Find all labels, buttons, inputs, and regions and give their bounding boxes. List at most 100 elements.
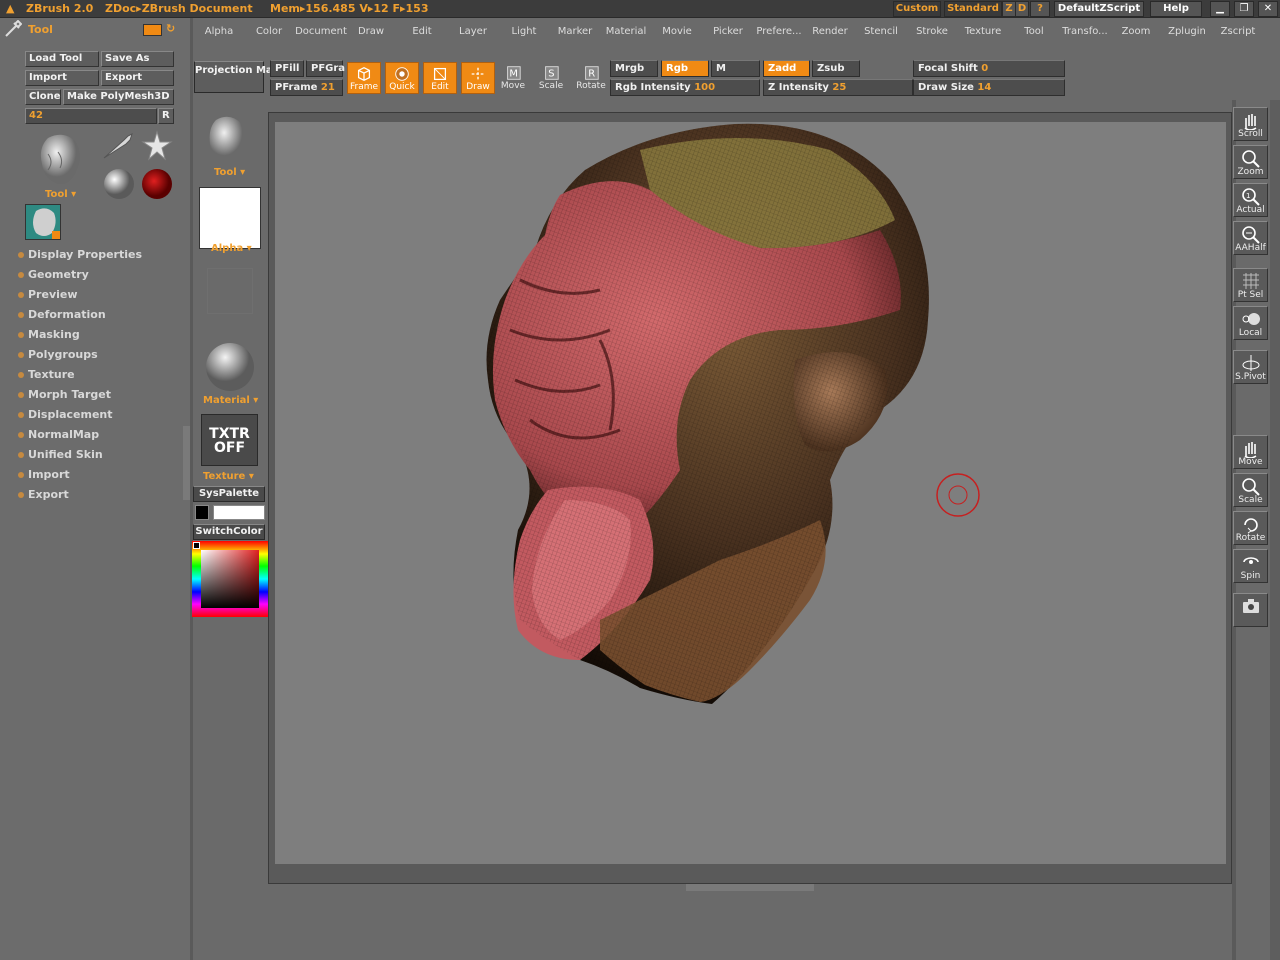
rgb-intensity-slider[interactable]: Rgb Intensity 100 <box>610 79 760 96</box>
mrgb-button[interactable]: Mrgb <box>610 60 658 77</box>
subpalette-polygroups[interactable]: Polygroups <box>18 348 98 361</box>
current-tool-head-icon[interactable] <box>34 132 86 190</box>
menu-picker[interactable]: Picker <box>713 26 743 37</box>
alpha-swatch[interactable] <box>199 187 261 249</box>
z-intensity-slider[interactable]: Z Intensity 25 <box>763 79 913 96</box>
menu-document[interactable]: Document <box>295 26 347 37</box>
draw-size-slider[interactable]: Draw Size 14 <box>913 79 1065 96</box>
custom-interface-button[interactable]: Custom <box>893 1 941 17</box>
minimize-icon[interactable]: ▁ <box>1210 1 1230 17</box>
m-button[interactable]: M <box>711 60 760 77</box>
load-tool-button[interactable]: Load Tool <box>25 51 99 67</box>
menu-light[interactable]: Light <box>512 26 537 37</box>
subpalette-texture[interactable]: Texture <box>18 368 75 381</box>
frame-mode-button[interactable]: Frame <box>347 62 381 94</box>
aahalf-view-button[interactable]: AAHalf <box>1233 221 1268 255</box>
menu-render[interactable]: Render <box>812 26 848 37</box>
rotate-mode-button[interactable]: R Rotate <box>574 62 608 94</box>
menu-zoom[interactable]: Zoom <box>1122 26 1151 37</box>
menu-alpha[interactable]: Alpha <box>205 26 233 37</box>
alpha-label[interactable]: Alpha <box>211 243 252 254</box>
menu-zscript[interactable]: Zscript <box>1221 26 1256 37</box>
left-panel-collapse-handle[interactable] <box>183 426 190 500</box>
zoom-view-button[interactable]: Zoom <box>1233 145 1268 179</box>
export-button[interactable]: Export <box>101 70 174 86</box>
actual-view-button[interactable]: 1 Actual <box>1233 183 1268 217</box>
import-button[interactable]: Import <box>25 70 99 86</box>
syspalette-button[interactable]: SysPalette <box>193 486 265 502</box>
rgb-button[interactable]: Rgb <box>661 60 709 77</box>
texture-off-button[interactable]: TXTR OFF <box>201 414 258 466</box>
scale-view-button[interactable]: Scale <box>1233 473 1268 507</box>
menu-stroke[interactable]: Stroke <box>916 26 948 37</box>
color-saturation-square[interactable] <box>201 550 259 608</box>
edit-mode-button[interactable]: Edit <box>423 62 457 94</box>
focal-shift-slider[interactable]: Focal Shift 0 <box>913 60 1065 77</box>
secondary-color-swatch[interactable] <box>195 505 209 520</box>
help-question-button[interactable]: ? <box>1030 1 1050 17</box>
subpalette-masking[interactable]: Masking <box>18 328 80 341</box>
palette-dropdown-icon[interactable] <box>143 24 162 36</box>
draw-mode-button[interactable]: Draw <box>461 62 495 94</box>
projection-master-button[interactable]: Projection Master <box>194 61 295 93</box>
menu-movie[interactable]: Movie <box>662 26 692 37</box>
mid-tool-label[interactable]: Tool <box>214 167 245 178</box>
tool-label[interactable]: Tool <box>45 189 76 200</box>
z-button[interactable]: Z <box>1002 1 1016 17</box>
menu-transfo[interactable]: Transfo... <box>1062 26 1107 37</box>
sphere-3d-icon[interactable] <box>103 168 135 200</box>
menu-edit[interactable]: Edit <box>412 26 431 37</box>
spivot-view-button[interactable]: S.Pivot <box>1233 350 1268 384</box>
subpalette-geometry[interactable]: Geometry <box>18 268 89 281</box>
red-sphere-material-icon[interactable] <box>141 168 173 200</box>
save-as-button[interactable]: Save As <box>101 51 174 67</box>
default-zscript-button[interactable]: DefaultZScript <box>1054 1 1144 17</box>
zsub-button[interactable]: Zsub <box>812 60 860 77</box>
refresh-icon[interactable]: ↻ <box>166 22 175 35</box>
subpalette-import[interactable]: Import <box>18 468 70 481</box>
menu-marker[interactable]: Marker <box>558 26 593 37</box>
move-mode-button[interactable]: M Move <box>496 62 530 94</box>
scale-mode-button[interactable]: S Scale <box>534 62 568 94</box>
menu-material[interactable]: Material <box>606 26 647 37</box>
rotate-view-button[interactable]: Rotate <box>1233 511 1268 545</box>
subpalette-preview[interactable]: Preview <box>18 288 78 301</box>
canvas-bottom-collapse-handle[interactable] <box>686 884 814 891</box>
pfgra-button[interactable]: PFGra <box>306 60 345 77</box>
pfill-button[interactable]: PFill <box>270 60 304 77</box>
texture-label[interactable]: Texture <box>203 471 254 482</box>
spin-view-button[interactable]: Spin <box>1233 549 1268 583</box>
scroll-view-button[interactable]: Scroll <box>1233 107 1268 141</box>
restore-icon[interactable]: ❐ <box>1234 1 1254 17</box>
sculpted-head-model[interactable] <box>275 122 1226 864</box>
material-sphere-icon[interactable] <box>205 342 255 392</box>
zadd-button[interactable]: Zadd <box>763 60 810 77</box>
local-view-button[interactable]: Local <box>1233 306 1268 340</box>
subpalette-display-properties[interactable]: Display Properties <box>18 248 142 261</box>
move-view-button[interactable]: Move <box>1233 435 1268 469</box>
menu-stencil[interactable]: Stencil <box>864 26 898 37</box>
quick-mode-button[interactable]: Quick <box>385 62 419 94</box>
menu-zplugin[interactable]: Zplugin <box>1168 26 1206 37</box>
star-3d-icon[interactable] <box>141 130 173 162</box>
menu-texture[interactable]: Texture <box>965 26 1002 37</box>
subpalette-morph-target[interactable]: Morph Target <box>18 388 111 401</box>
ptsel-view-button[interactable]: Pt Sel <box>1233 268 1268 302</box>
menu-prefere[interactable]: Prefere... <box>756 26 801 37</box>
subpalette-displacement[interactable]: Displacement <box>18 408 113 421</box>
simple-brush-tool-icon[interactable] <box>102 132 134 160</box>
document-canvas[interactable] <box>275 122 1226 864</box>
reset-r-button[interactable]: R <box>158 108 174 124</box>
pframe-slider[interactable]: PFrame 21 <box>270 79 343 96</box>
standard-interface-button[interactable]: Standard <box>944 1 1002 17</box>
menu-color[interactable]: Color <box>256 26 282 37</box>
recent-tool-thumbnail[interactable] <box>25 204 61 240</box>
color-picker-marker[interactable] <box>193 542 200 549</box>
subpalette-export[interactable]: Export <box>18 488 69 501</box>
subpalette-normalmap[interactable]: NormalMap <box>18 428 99 441</box>
color-picker[interactable] <box>192 541 268 617</box>
subpalette-deformation[interactable]: Deformation <box>18 308 106 321</box>
menu-tool[interactable]: Tool <box>1024 26 1043 37</box>
snapshot-view-button[interactable] <box>1233 593 1268 627</box>
make-polymesh3d-button[interactable]: Make PolyMesh3D <box>63 89 174 105</box>
